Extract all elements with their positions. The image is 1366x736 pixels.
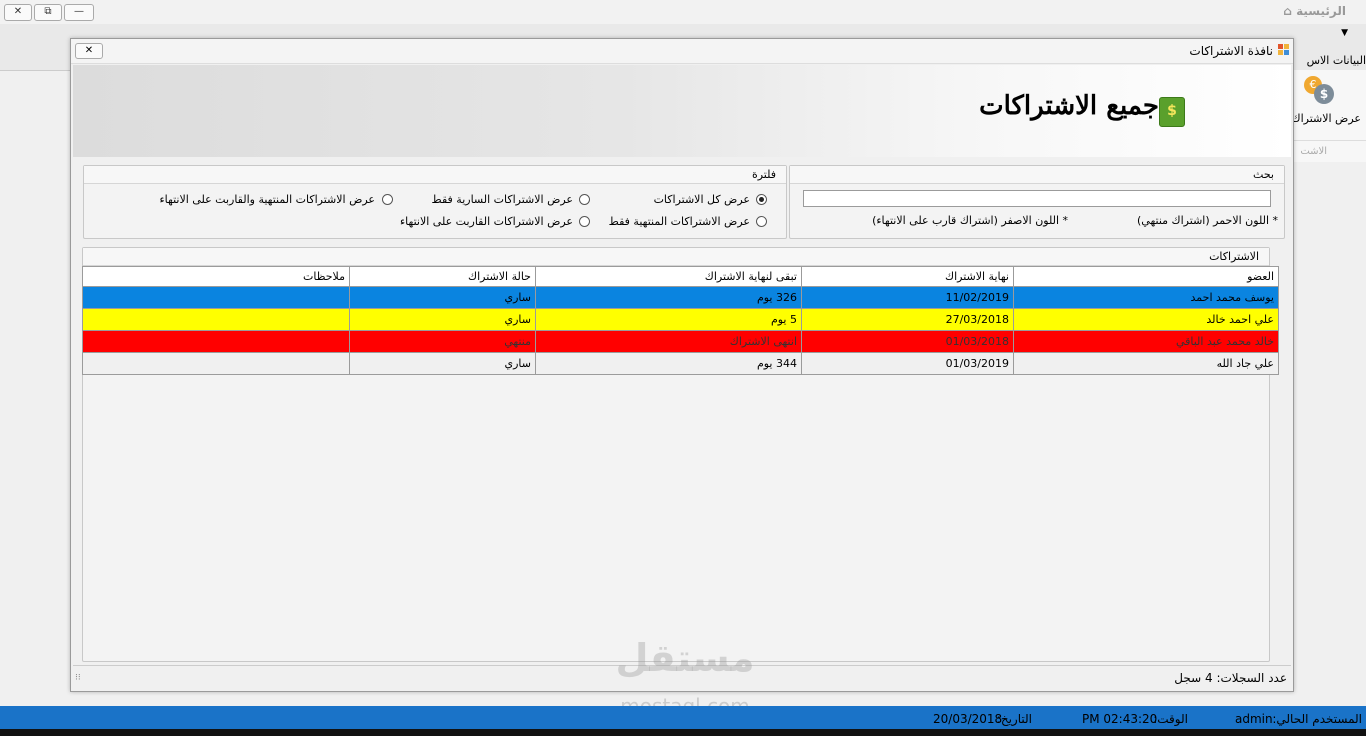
search-group-header: بحث xyxy=(790,166,1284,184)
subscriptions-grid: العضو نهاية الاشتراك تبقى لنهاية الاشترا… xyxy=(82,266,1279,375)
watermark-logo: مستقل xyxy=(615,636,755,680)
column-header-member[interactable]: العضو xyxy=(1013,266,1279,287)
cell-notes[interactable] xyxy=(82,352,350,375)
record-count-label: عدد السجلات: xyxy=(1216,671,1287,685)
radio-show-active[interactable] xyxy=(579,194,590,205)
column-header-end-date[interactable]: نهاية الاشتراك xyxy=(801,266,1014,287)
cell-end-date[interactable]: 27/03/2018 xyxy=(801,308,1014,331)
red-color-legend: * اللون الاحمر (اشتراك منتهي) xyxy=(1137,214,1278,227)
table-row[interactable]: يوسف محمد احمد 11/02/2019 326 يوم ساري xyxy=(82,286,1279,309)
cell-remaining[interactable]: 344 يوم xyxy=(535,352,802,375)
record-count-value: 4 سجل xyxy=(1174,671,1213,685)
radio-show-expired-and-near[interactable] xyxy=(382,194,393,205)
subscriptions-dialog: ✕ نافذة الاشتراكات $ جميع الاشتراكات بحث… xyxy=(70,38,1294,692)
radio-show-near-expiry[interactable] xyxy=(579,216,590,227)
search-group: بحث * اللون الاحمر (اشتراك منتهي) * اللو… xyxy=(789,165,1285,239)
cell-member[interactable]: علي جاد الله xyxy=(1013,352,1279,375)
cell-status[interactable]: ساري xyxy=(349,286,536,309)
cell-member[interactable]: علي احمد خالد xyxy=(1013,308,1279,331)
dialog-close-button[interactable]: ✕ xyxy=(75,43,103,59)
cell-end-date[interactable]: 11/02/2019 xyxy=(801,286,1014,309)
cell-notes[interactable] xyxy=(82,286,350,309)
cell-notes[interactable] xyxy=(82,330,350,353)
ribbon-divider xyxy=(1294,140,1366,141)
ribbon-dropdown-icon[interactable]: ▼ xyxy=(1341,28,1348,38)
resize-grip-icon[interactable]: ⁝⁝ xyxy=(75,673,81,683)
filter-group: فلترة عرض كل الاشتراكات عرض الاشتراكات ا… xyxy=(83,165,787,239)
money-book-icon: $ xyxy=(1159,97,1185,127)
app-title: الرئيسية ⌂ xyxy=(1283,4,1346,18)
label-show-near-expiry[interactable]: عرض الاشتراكات القاربت على الانتهاء xyxy=(400,215,573,228)
column-header-notes[interactable]: ملاحظات xyxy=(82,266,350,287)
record-count: عدد السجلات: 4 سجل xyxy=(1174,671,1287,685)
ribbon-button-area: € $ عرض الاشتراك الاشت xyxy=(1292,70,1366,162)
label-show-expired-and-near[interactable]: عرض الاشتراكات المنتهية والقاربت على الا… xyxy=(159,193,375,206)
table-row[interactable]: خالد محمد عبد الباقي 01/03/2018 انتهى ال… xyxy=(82,330,1279,353)
cell-end-date[interactable]: 01/03/2018 xyxy=(801,330,1014,353)
time-value: PM 02:43:20 xyxy=(1082,712,1158,726)
search-input[interactable] xyxy=(803,190,1271,207)
table-row[interactable]: علي احمد خالد 27/03/2018 5 يوم ساري xyxy=(82,308,1279,331)
dialog-title: نافذة الاشتراكات xyxy=(1189,44,1273,58)
filter-group-header: فلترة xyxy=(84,166,786,184)
cell-member[interactable]: خالد محمد عبد الباقي xyxy=(1013,330,1279,353)
cell-status[interactable]: ساري xyxy=(349,352,536,375)
column-header-remaining[interactable]: تبقى لنهاية الاشتراك xyxy=(535,266,802,287)
cell-member[interactable]: يوسف محمد احمد xyxy=(1013,286,1279,309)
column-header-status[interactable]: حالة الاشتراك xyxy=(349,266,536,287)
view-subscriptions-ribbon-button[interactable]: عرض الاشتراك xyxy=(1292,112,1362,125)
cell-end-date[interactable]: 01/03/2019 xyxy=(801,352,1014,375)
cell-remaining[interactable]: 326 يوم xyxy=(535,286,802,309)
label-show-expired[interactable]: عرض الاشتراكات المنتهية فقط xyxy=(609,215,750,228)
banner-title: جميع الاشتراكات xyxy=(979,91,1159,121)
current-user-label: المستخدم الحالي: xyxy=(1272,712,1362,726)
ribbon-group-label: الاشت xyxy=(1300,146,1327,157)
app-restore-button[interactable]: ⧉ xyxy=(34,4,62,21)
label-show-all[interactable]: عرض كل الاشتراكات xyxy=(654,193,750,206)
dialog-title-bar: ✕ نافذة الاشتراكات xyxy=(71,39,1293,64)
cell-remaining[interactable]: انتهى الاشتراك xyxy=(535,330,802,353)
app-minimize-button[interactable]: — xyxy=(64,4,94,21)
time-label: الوقت: xyxy=(1153,712,1188,726)
radio-show-expired[interactable] xyxy=(756,216,767,227)
app-title-bar: ✕ ⧉ — الرئيسية ⌂ xyxy=(0,0,1366,25)
date-value: 20/03/2018 xyxy=(933,712,1003,726)
table-row[interactable]: علي جاد الله 01/03/2019 344 يوم ساري xyxy=(82,352,1279,375)
app-close-button[interactable]: ✕ xyxy=(4,4,32,21)
taskbar-strip xyxy=(0,729,1366,736)
subscriptions-group-header: الاشتراكات xyxy=(83,248,1269,266)
cell-status[interactable]: ساري xyxy=(349,308,536,331)
label-show-active[interactable]: عرض الاشتراكات السارية فقط xyxy=(432,193,573,206)
cell-status[interactable]: منتهي xyxy=(349,330,536,353)
radio-show-all[interactable] xyxy=(756,194,767,205)
current-user-value: admin xyxy=(1235,712,1273,726)
cell-remaining[interactable]: 5 يوم xyxy=(535,308,802,331)
yellow-color-legend: * اللون الاصفر (اشتراك قارب على الانتهاء… xyxy=(872,214,1068,227)
dollar-coin-icon[interactable]: $ xyxy=(1314,84,1334,104)
banner: $ جميع الاشتراكات xyxy=(73,65,1291,157)
ribbon-tab-label[interactable]: البيانات الاس xyxy=(1307,54,1366,67)
window-icon xyxy=(1278,44,1289,55)
cell-notes[interactable] xyxy=(82,308,350,331)
